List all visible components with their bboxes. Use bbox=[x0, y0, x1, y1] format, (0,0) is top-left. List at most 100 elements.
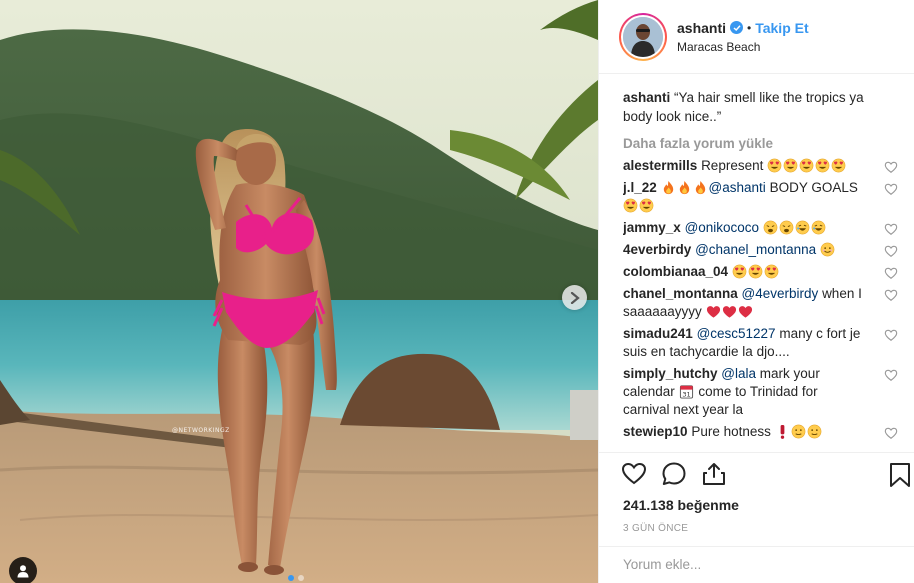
comment-text: Pure hotness bbox=[691, 424, 771, 439]
calendar-emoji-icon: 31 bbox=[679, 385, 693, 399]
comment-mention[interactable]: @lala bbox=[721, 366, 756, 381]
comment-username[interactable]: stewiep10 bbox=[623, 424, 688, 439]
comment-mention[interactable]: @4everbirdy bbox=[742, 286, 819, 301]
heart-eyes-emoji-icon bbox=[764, 264, 779, 279]
chevron-right-icon bbox=[570, 291, 580, 304]
comment-row: j.l_22 @ashanti BODY GOALS bbox=[623, 179, 899, 215]
tagged-users-button[interactable] bbox=[9, 557, 37, 583]
post-author-username[interactable]: ashanti bbox=[677, 20, 726, 36]
comment-mention[interactable]: @ashanti bbox=[709, 180, 766, 195]
heart-eyes-emoji-icon bbox=[815, 158, 830, 173]
heart-eyes-emoji-icon bbox=[767, 158, 782, 173]
share-icon[interactable] bbox=[701, 461, 727, 487]
weary-face-emoji-icon bbox=[779, 220, 794, 235]
post-timestamp[interactable]: 3 GÜN ÖNCE bbox=[623, 523, 688, 534]
comment-text-block: 4everbirdy @chanel_montanna bbox=[623, 241, 867, 259]
fire-emoji-icon bbox=[663, 180, 673, 195]
comment-row: 4everbirdy @chanel_montanna bbox=[623, 241, 899, 259]
comment-container: alestermills Represent j.l_22 @ashanti B… bbox=[623, 157, 899, 441]
comment-text-block: jammy_x @onikococo bbox=[623, 219, 867, 237]
comment-row: stewiep10 Pure hotness bbox=[623, 423, 899, 441]
comment-text-block: alestermills Represent bbox=[623, 157, 867, 175]
comment-username[interactable]: simply_hutchy bbox=[623, 366, 718, 381]
beach-photo-image bbox=[0, 0, 598, 583]
comment-like-heart-icon[interactable] bbox=[883, 222, 899, 236]
follow-button[interactable]: Takip Et bbox=[755, 20, 808, 36]
comment-row: simply_hutchy @lala mark your calendar 3… bbox=[623, 365, 899, 419]
comment-like-heart-icon[interactable] bbox=[883, 368, 899, 382]
like-count[interactable]: 241.138 beğenme bbox=[623, 497, 739, 513]
heart-eyes-emoji-icon bbox=[831, 158, 846, 173]
caption-username[interactable]: ashanti bbox=[623, 90, 670, 105]
comment-like-heart-icon[interactable] bbox=[883, 160, 899, 174]
comments-list[interactable]: ashanti “Ya hair smell like the tropics … bbox=[623, 88, 899, 452]
avatar-image bbox=[623, 16, 663, 57]
red-heart-emoji-icon bbox=[722, 306, 736, 318]
heart-eyes-emoji-icon bbox=[732, 264, 747, 279]
comment-row: chanel_montanna @4everbirdy when I saaaa… bbox=[623, 285, 899, 321]
add-comment-bar bbox=[599, 546, 914, 583]
comment-like-heart-icon[interactable] bbox=[883, 426, 899, 440]
post-photo[interactable]: @NETWORKINGZ bbox=[0, 0, 598, 583]
comment-username[interactable]: simadu241 bbox=[623, 326, 693, 341]
instagram-post: @NETWORKINGZ ashanti • Takip Et Maracas … bbox=[0, 0, 914, 583]
weary-face-emoji-icon bbox=[763, 220, 778, 235]
photo-watermark: @NETWORKINGZ bbox=[172, 427, 230, 434]
comment-text-block: simply_hutchy @lala mark your calendar 3… bbox=[623, 365, 867, 419]
post-actions: 241.138 beğenme 3 GÜN ÖNCE bbox=[599, 452, 914, 583]
comment-text: Represent bbox=[701, 158, 764, 173]
next-photo-button[interactable] bbox=[562, 285, 587, 310]
comment-like-heart-icon[interactable] bbox=[883, 328, 899, 342]
post-caption: ashanti “Ya hair smell like the tropics … bbox=[623, 88, 873, 126]
comment-row: alestermills Represent bbox=[623, 157, 899, 175]
fire-emoji-icon bbox=[679, 180, 689, 195]
comment-username[interactable]: 4everbirdy bbox=[623, 242, 691, 257]
comment-username[interactable]: colombianaa_04 bbox=[623, 264, 728, 279]
face-emoji-icon bbox=[807, 424, 821, 439]
comment-text-block: simadu241 @cesc51227 many c fort je suis… bbox=[623, 325, 867, 361]
red-heart-emoji-icon bbox=[738, 306, 752, 318]
save-bookmark-icon[interactable] bbox=[889, 462, 911, 488]
post-header: ashanti • Takip Et Maracas Beach bbox=[599, 0, 914, 74]
comment-mention[interactable]: @onikococo bbox=[685, 220, 760, 235]
comment-like-heart-icon[interactable] bbox=[883, 182, 899, 196]
comment-text-block: colombianaa_04 bbox=[623, 263, 867, 281]
comment-like-heart-icon[interactable] bbox=[883, 288, 899, 302]
comment-username[interactable]: chanel_montanna bbox=[623, 286, 738, 301]
comment-text-block: j.l_22 @ashanti BODY GOALS bbox=[623, 179, 867, 215]
comment-mention[interactable]: @cesc51227 bbox=[697, 326, 776, 341]
comment-input[interactable] bbox=[623, 557, 883, 572]
heart-eyes-emoji-icon bbox=[748, 264, 763, 279]
carousel-dot bbox=[298, 575, 304, 581]
comment-username[interactable]: alestermills bbox=[623, 158, 697, 173]
avatar[interactable] bbox=[619, 12, 667, 61]
comment-like-heart-icon[interactable] bbox=[883, 266, 899, 280]
load-more-comments-button[interactable]: Daha fazla yorum yükle bbox=[623, 136, 899, 151]
red-heart-emoji-icon bbox=[706, 306, 720, 318]
heart-eyes-emoji-icon bbox=[783, 158, 798, 173]
comment-row: jammy_x @onikococo bbox=[623, 219, 899, 237]
comment-text: BODY GOALS bbox=[769, 180, 858, 195]
heart-eyes-emoji-icon bbox=[623, 198, 638, 213]
separator-dot: • bbox=[747, 20, 752, 35]
comment-username[interactable]: j.l_22 bbox=[623, 180, 657, 195]
comment-row: simadu241 @cesc51227 many c fort je suis… bbox=[623, 325, 899, 361]
heart-eyes-emoji-icon bbox=[639, 198, 654, 213]
comment-text-block: chanel_montanna @4everbirdy when I saaaa… bbox=[623, 285, 867, 321]
exclamation-emoji-icon bbox=[780, 424, 785, 439]
comment-text-block: stewiep10 Pure hotness bbox=[623, 423, 867, 441]
comment-like-heart-icon[interactable] bbox=[883, 244, 899, 258]
carousel-indicator bbox=[288, 575, 304, 581]
comment-mention[interactable]: @chanel_montanna bbox=[695, 242, 816, 257]
comment-bubble-icon[interactable] bbox=[661, 461, 687, 487]
person-icon bbox=[17, 565, 29, 578]
fire-emoji-icon bbox=[695, 180, 705, 195]
comment-username[interactable]: jammy_x bbox=[623, 220, 681, 235]
smiling-face-emoji-icon bbox=[820, 242, 835, 257]
rolling-laughing-emoji-icon bbox=[811, 220, 826, 235]
carousel-dot-active bbox=[288, 575, 294, 581]
like-heart-icon[interactable] bbox=[621, 461, 647, 487]
face-emoji-icon bbox=[791, 424, 805, 439]
post-location[interactable]: Maracas Beach bbox=[677, 40, 809, 54]
rolling-laughing-emoji-icon bbox=[795, 220, 810, 235]
